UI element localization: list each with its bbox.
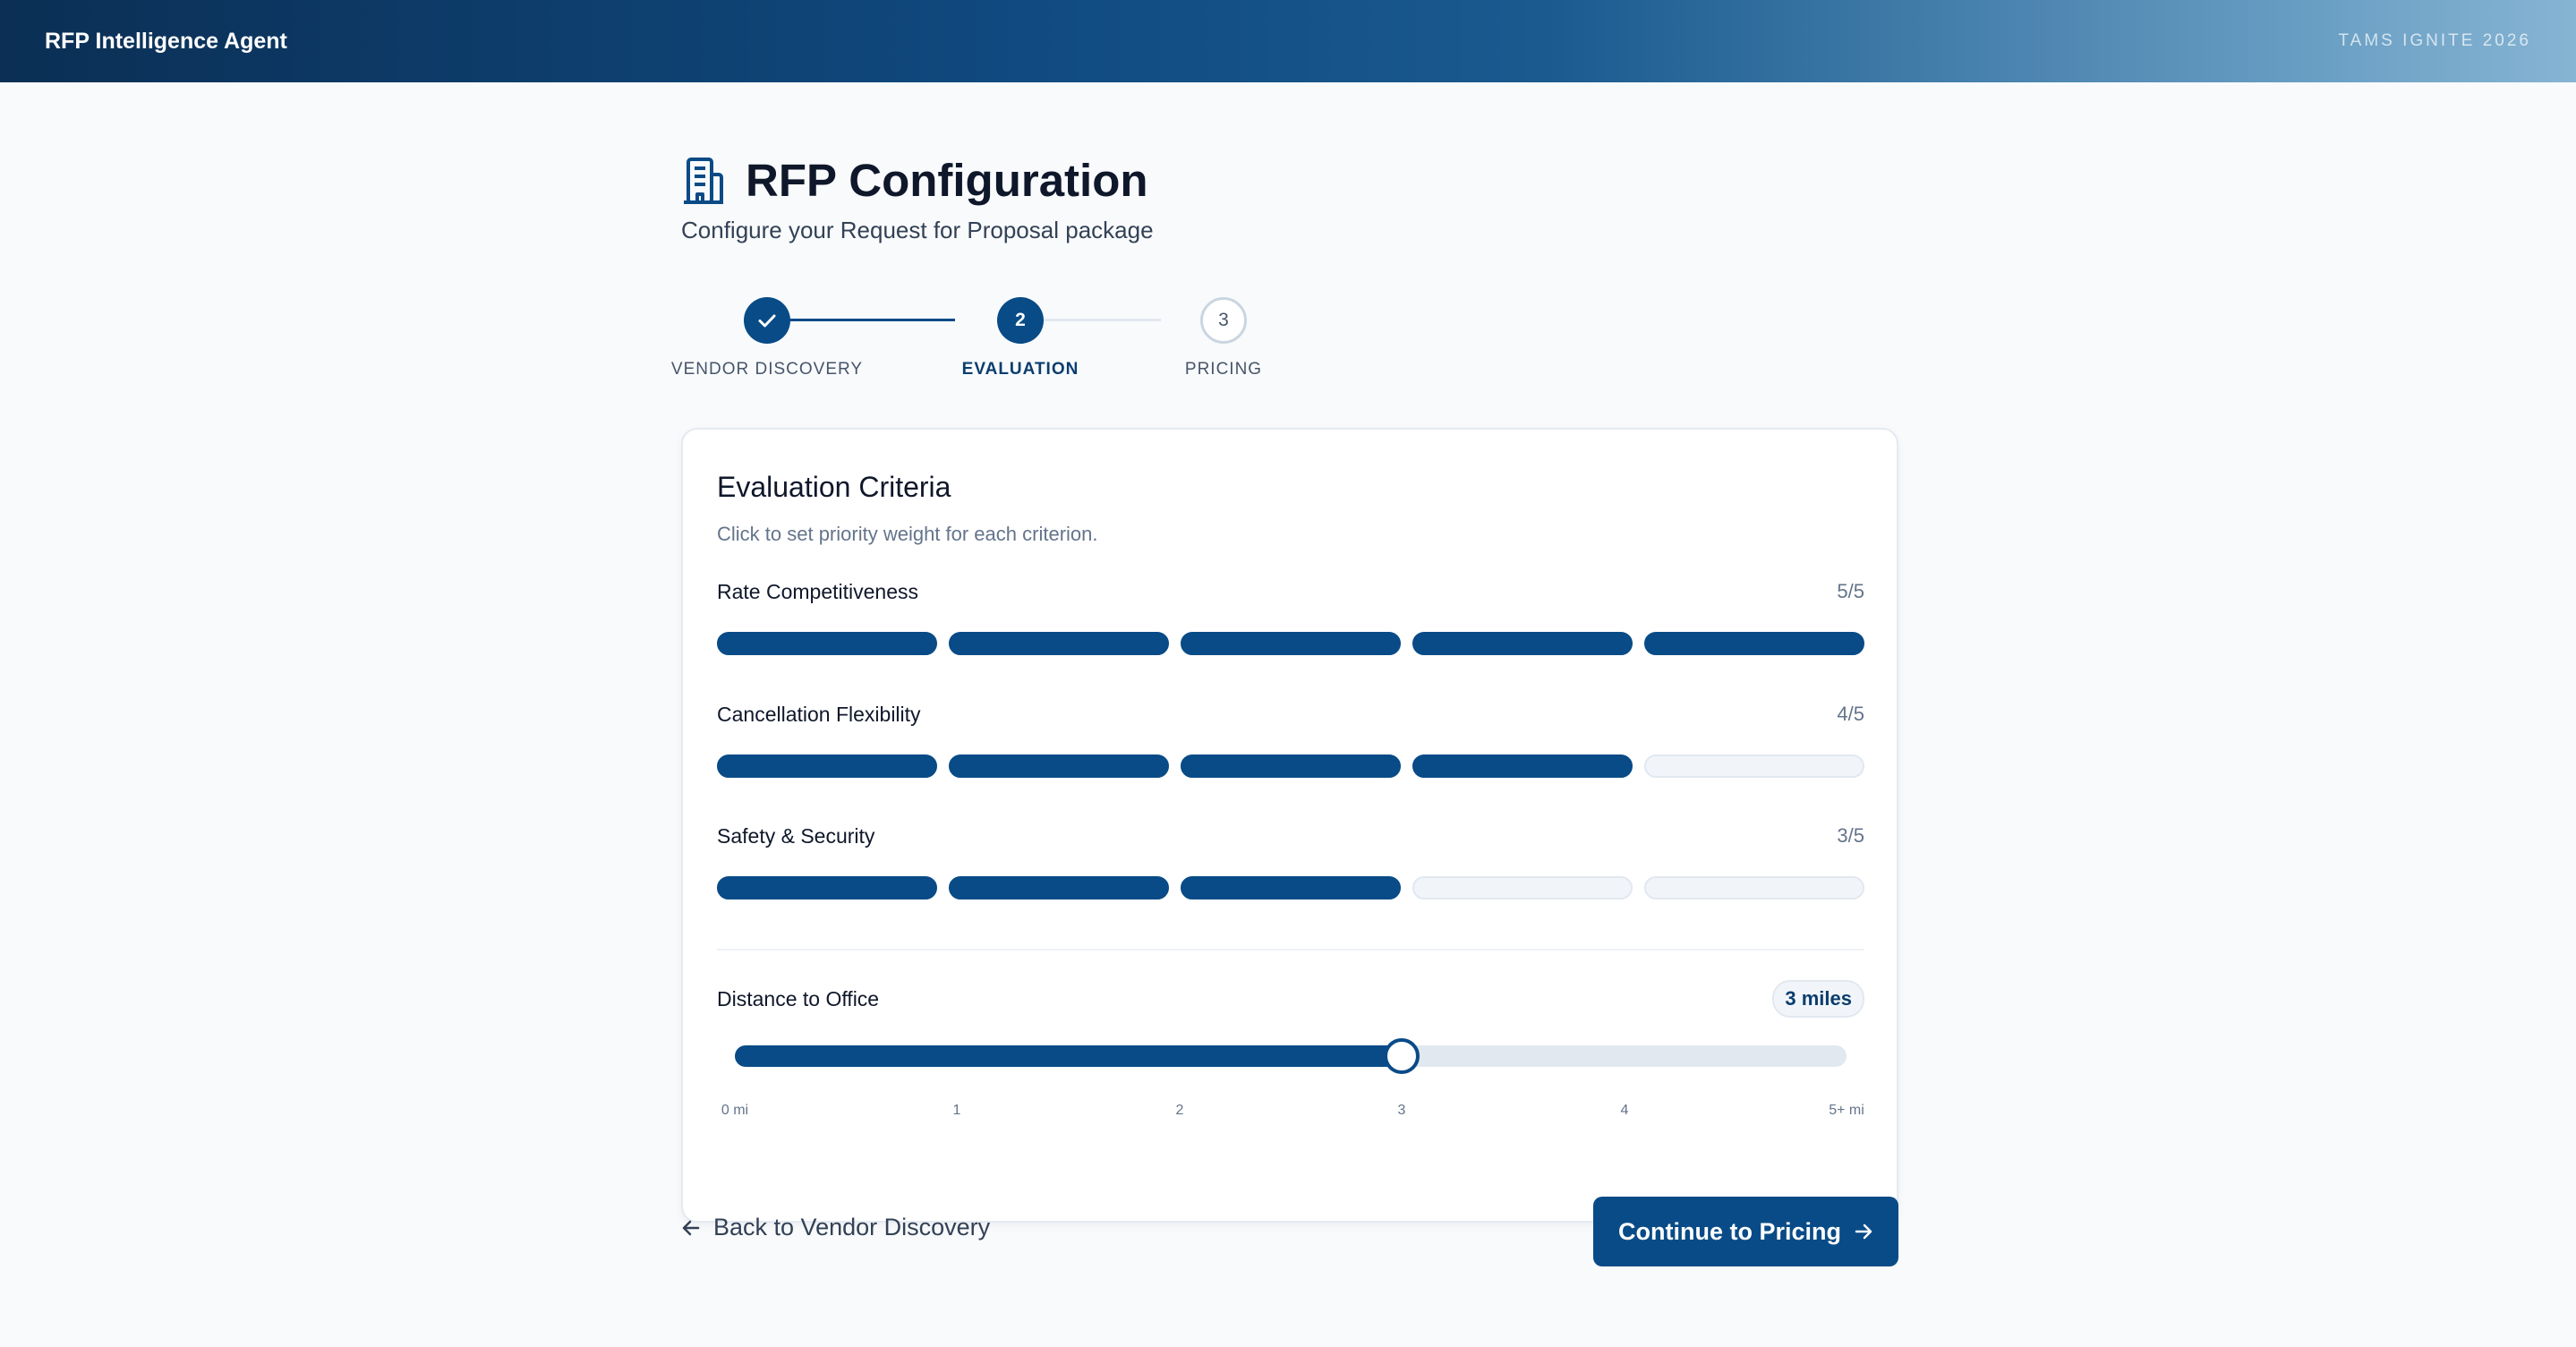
slider-thumb[interactable] [1384,1038,1420,1074]
weight-segment-5[interactable] [1644,754,1864,778]
distance-to-office: Distance to Office 3 miles 0 mi 1 2 3 4 … [717,980,1864,1118]
step-2-number: 2 [1015,310,1026,330]
slider-fill [735,1045,1403,1067]
step-1-circle[interactable] [744,297,790,344]
step-3-number: 3 [1218,310,1229,330]
weight-bars [717,754,1864,778]
distance-badge: 3 miles [1772,980,1864,1018]
criterion-label: Rate Competitiveness [717,579,918,603]
page-header: RFP Configuration [681,154,1148,207]
step-3-label: PRICING [1184,360,1263,379]
weight-segment-5[interactable] [1644,876,1864,899]
step-1-label: VENDOR DISCOVERY [670,360,864,379]
weight-segment-3[interactable] [1181,876,1401,899]
arrow-left-icon [682,1220,700,1235]
weight-segment-4[interactable] [1412,876,1633,899]
weight-segment-1[interactable] [717,632,937,655]
check-icon [758,314,776,328]
criterion-score: 5/5 [1837,580,1864,602]
weight-segment-5[interactable] [1644,632,1864,655]
building-icon [684,157,723,204]
weight-segment-4[interactable] [1412,632,1633,655]
slider-tick: 5+ mi [1829,1103,1864,1118]
step-2-label: EVALUATION [961,360,1079,379]
weight-segment-3[interactable] [1181,754,1401,778]
slider-tick: 0 mi [721,1103,749,1118]
weight-segment-2[interactable] [949,632,1169,655]
criterion-safety-security: Safety & Security 3/5 [717,823,1864,899]
page-subtitle: Configure your Request for Proposal pack… [681,217,1154,243]
slider-ticks: 0 mi 1 2 3 4 5+ mi [717,1103,1864,1121]
weight-bars [717,632,1864,655]
slider-tick: 2 [1175,1103,1184,1118]
continue-to-pricing-button[interactable]: Continue to Pricing [1593,1197,1898,1266]
app-title: RFP Intelligence Agent [45,28,287,54]
criterion-cancellation-flexibility: Cancellation Flexibility 4/5 [717,701,1864,778]
step-3-circle[interactable]: 3 [1200,297,1247,344]
divider [717,949,1864,951]
event-label: TAMS IGNITE 2026 [2338,31,2531,50]
arrow-right-icon [1855,1223,1872,1240]
weight-segment-2[interactable] [949,754,1169,778]
weight-segment-2[interactable] [949,876,1169,899]
weight-segment-1[interactable] [717,754,937,778]
distance-slider[interactable] [735,1038,1847,1074]
evaluation-card: Evaluation Criteria Click to set priorit… [681,428,1898,1223]
criterion-score: 3/5 [1837,824,1864,847]
slider-tick: 3 [1397,1103,1406,1118]
criterion-score: 4/5 [1837,703,1864,725]
step-connector-1 [767,319,955,321]
card-hint: Click to set priority weight for each cr… [717,523,1098,545]
page-title: RFP Configuration [746,155,1148,206]
continue-label: Continue to Pricing [1618,1217,1841,1245]
criterion-label: Cancellation Flexibility [717,702,921,726]
back-label: Back to Vendor Discovery [713,1214,991,1240]
weight-segment-4[interactable] [1412,754,1633,778]
weight-bars [717,876,1864,899]
slider-tick: 1 [952,1103,961,1118]
distance-label: Distance to Office [717,986,880,1010]
step-2-circle[interactable]: 2 [997,297,1044,344]
slider-tick: 4 [1620,1103,1629,1118]
top-bar: RFP Intelligence Agent TAMS IGNITE 2026 [0,0,2576,82]
criterion-rate-competitiveness: Rate Competitiveness 5/5 [717,578,1864,655]
criterion-label: Safety & Security [717,823,875,848]
card-title: Evaluation Criteria [717,471,951,503]
back-to-vendor-discovery-link[interactable]: Back to Vendor Discovery [681,1214,990,1241]
weight-segment-1[interactable] [717,876,937,899]
weight-segment-3[interactable] [1181,632,1401,655]
